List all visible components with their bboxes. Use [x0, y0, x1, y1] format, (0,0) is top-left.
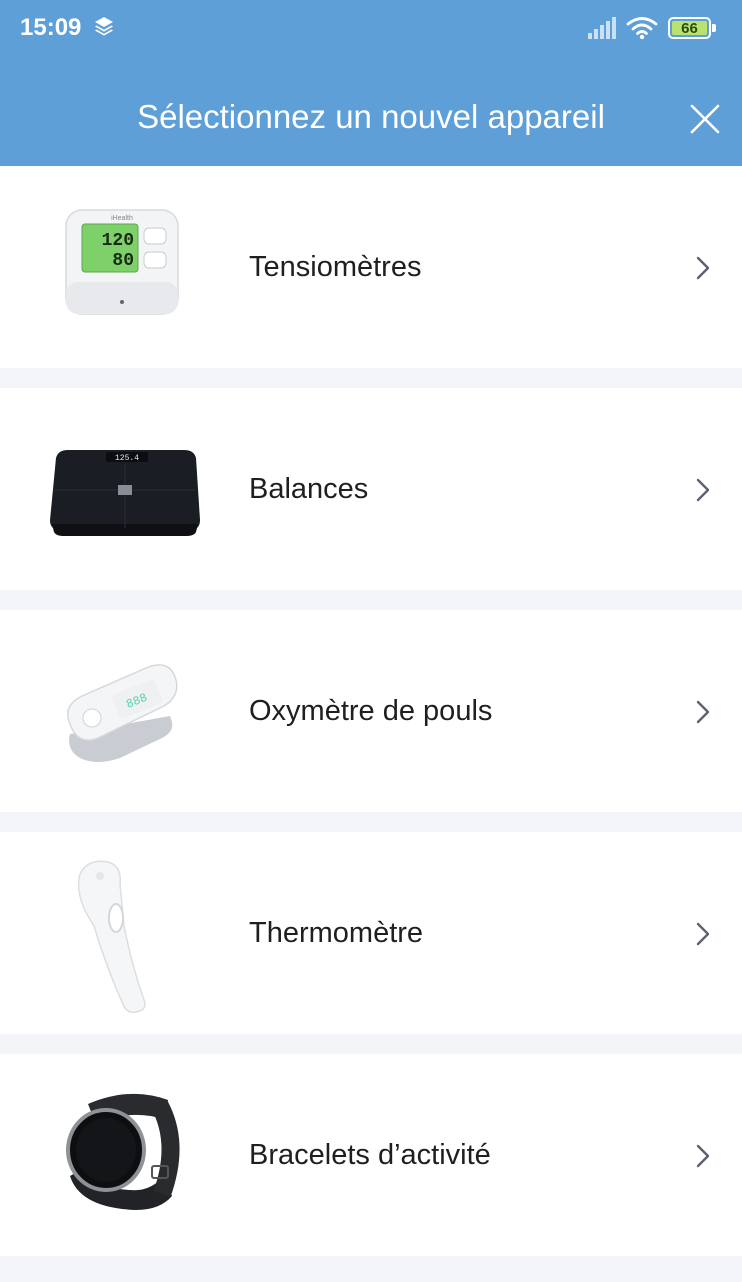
status-bar: 15:09 66: [0, 0, 742, 56]
wifi-icon: [626, 17, 658, 40]
pulse-oximeter-image: 888: [67, 664, 178, 762]
device-label: Balances: [249, 473, 369, 505]
signal-icon: [588, 17, 616, 39]
chevron-right-icon: [696, 256, 710, 280]
chevron-right-icon: [696, 1144, 710, 1168]
device-label: Thermomètre: [249, 917, 424, 949]
device-item-activity-bracelet[interactable]: Bracelets d’activité: [0, 1054, 742, 1256]
page-title: Sélectionnez un nouvel appareil: [137, 98, 605, 135]
device-item-scale[interactable]: 125.4 Balances: [0, 388, 742, 590]
app-header: 15:09 66 Sélectionnez un nouvel appareil: [0, 0, 742, 166]
chevron-right-icon: [696, 700, 710, 724]
layers-icon: [95, 17, 113, 36]
close-icon: [690, 104, 720, 134]
battery-level: 66: [672, 20, 707, 37]
device-label: Bracelets d’activité: [249, 1139, 491, 1171]
device-list: iHealth 120 80 Tensiomètres 125.4 Balanc…: [0, 166, 742, 1276]
smart-scale-image: 125.4: [50, 450, 200, 536]
blood-pressure-monitor-image: iHealth 120 80: [65, 209, 179, 315]
device-item-thermometer[interactable]: Thermomètre: [0, 832, 742, 1034]
bp-systolic: 120: [102, 231, 134, 251]
activity-bracelet-image: [66, 1093, 180, 1210]
bp-diastolic: 80: [112, 251, 134, 271]
battery-icon: 66: [668, 16, 716, 40]
chevron-right-icon: [696, 922, 710, 946]
device-item-oximeter[interactable]: 888 Oxymètre de pouls: [0, 610, 742, 812]
device-label: Oxymètre de pouls: [249, 695, 493, 727]
device-item-blood-pressure[interactable]: iHealth 120 80 Tensiomètres: [0, 166, 742, 368]
thermometer-image: [77, 860, 146, 1014]
close-button[interactable]: [686, 100, 724, 138]
brand-label: iHealth: [111, 215, 133, 222]
device-label: Tensiomètres: [249, 251, 422, 283]
chevron-right-icon: [696, 478, 710, 502]
scale-display: 125.4: [115, 454, 139, 463]
status-time: 15:09: [20, 14, 82, 41]
